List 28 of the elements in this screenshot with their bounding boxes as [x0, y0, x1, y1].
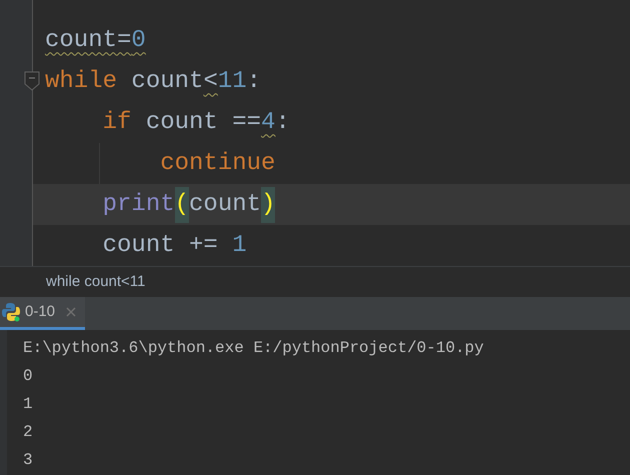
run-tab[interactable]: 0-10	[0, 297, 86, 330]
python-icon	[1, 302, 21, 322]
code-token: :	[275, 108, 290, 138]
code-token: 1	[232, 230, 247, 260]
code-token: <	[203, 66, 218, 96]
code-token: if	[102, 108, 132, 138]
code-token: )	[261, 186, 276, 222]
console-line: E:\python3.6\python.exe E:/pythonProject/0-10.py	[23, 338, 484, 359]
code-token: 0	[131, 26, 146, 56]
console-line: 0	[23, 366, 34, 387]
code-token: 11	[218, 66, 247, 96]
console-line: 2	[23, 422, 34, 443]
console-line: 1	[23, 394, 34, 415]
breadcrumb[interactable]: while count<11	[46, 270, 146, 294]
code-token: count	[189, 190, 262, 220]
code-token: :	[246, 66, 262, 96]
code-token: while	[45, 66, 118, 96]
fold-icon[interactable]	[24, 71, 40, 91]
close-icon[interactable]	[65, 306, 78, 318]
code-token: count ==	[144, 108, 262, 138]
code-token: continue	[159, 148, 276, 178]
code-token: count +=	[102, 230, 219, 260]
code-token: (	[174, 186, 190, 222]
code-token: print	[102, 190, 175, 220]
code-token: 4	[261, 108, 276, 138]
code-token: count=	[45, 26, 132, 56]
console-line: 3	[23, 450, 34, 471]
code-token: count	[130, 66, 204, 96]
